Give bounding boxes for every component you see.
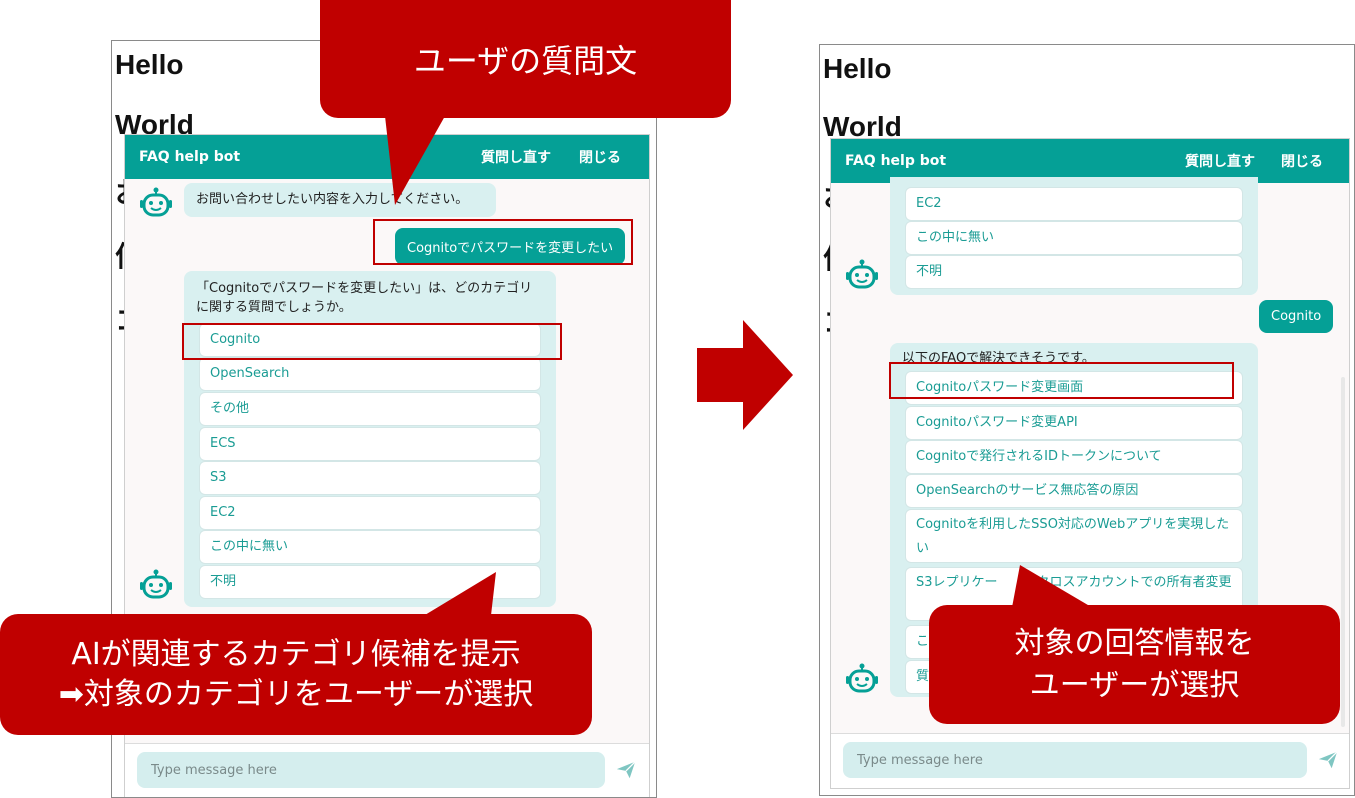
callout-answer-selection: 対象の回答情報を ユーザーが選択 xyxy=(929,605,1340,724)
callout-text: ユーザーが選択 xyxy=(1029,667,1240,703)
callout-text: 対象の回答情報を xyxy=(1014,625,1255,661)
callout-user-question: ユーザの質問文 xyxy=(320,0,731,118)
callout-text: AIが関連するカテゴリ候補を提示 xyxy=(71,636,521,672)
callout-text: ユーザの質問文 xyxy=(413,42,638,80)
callout-category-selection: AIが関連するカテゴリ候補を提示 ➡対象のカテゴリをユーザーが選択 xyxy=(0,614,592,735)
callout-text: ➡対象のカテゴリをユーザーが選択 xyxy=(58,676,534,712)
